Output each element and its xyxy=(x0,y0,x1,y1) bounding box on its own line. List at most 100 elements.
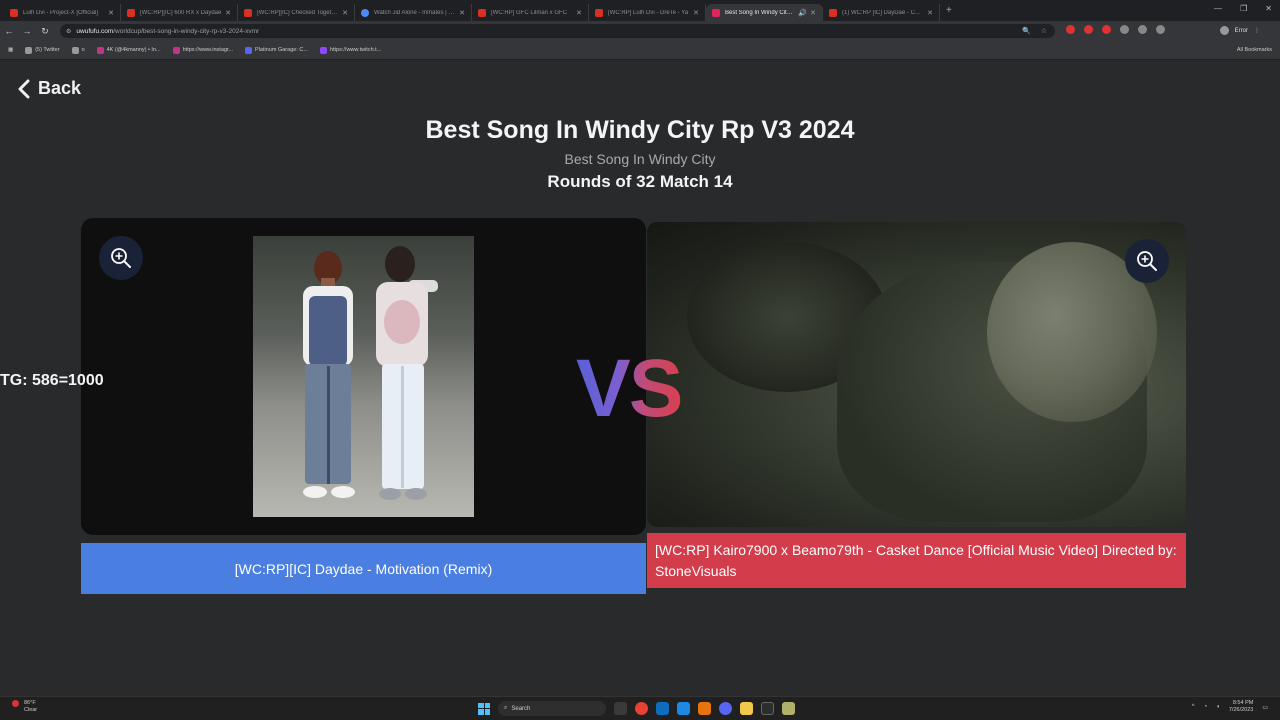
zoom-page-icon[interactable]: 🔍 xyxy=(1022,27,1031,35)
bookmarks-bar: ▦ (5) Twitter o 4K (@4kmanny) • In... ht… xyxy=(0,41,1280,60)
extension-icon[interactable] xyxy=(1066,25,1075,34)
new-tab-button[interactable]: + xyxy=(946,5,952,16)
outlook-icon[interactable] xyxy=(656,702,669,715)
avatar xyxy=(1219,26,1229,35)
windows-start-icon[interactable] xyxy=(478,702,490,715)
star-icon[interactable]: ☆ xyxy=(1041,27,1047,35)
browser-tab[interactable]: [WC:RP][IC] Checked Together ✕ xyxy=(238,4,355,21)
taskbar-search[interactable]: ⌕ Search xyxy=(498,701,606,716)
bookmark-item[interactable]: Platinum Garage: C... xyxy=(245,46,308,54)
url-bar[interactable]: ⚙ uwufufu.com/worldcup/best-song-in-wind… xyxy=(60,24,1055,38)
uwufufu-icon xyxy=(712,8,720,17)
wifi-icon[interactable]: ◔ xyxy=(1204,704,1208,710)
close-icon[interactable]: ✕ xyxy=(342,9,348,17)
address-toolbar: ← → ↻ ⚙ uwufufu.com/worldcup/best-song-i… xyxy=(0,21,1280,41)
speaker-icon: 🔊 xyxy=(798,9,808,17)
extension-icon[interactable] xyxy=(1084,25,1093,34)
bookmark-item[interactable]: 4K (@4kmanny) • In... xyxy=(96,46,161,54)
overlay-text: TG: 586=1000 xyxy=(0,372,104,389)
task-view-icon[interactable] xyxy=(614,702,627,715)
notification-badge-icon xyxy=(12,700,19,707)
close-icon[interactable]: ✕ xyxy=(810,9,816,17)
round-indicator: Rounds of 32 Match 14 xyxy=(547,172,733,191)
bookmark-item[interactable]: https://www.instagr... xyxy=(172,46,233,54)
left-choice-card[interactable] xyxy=(81,218,646,535)
close-icon[interactable]: ✕ xyxy=(225,9,231,17)
clock[interactable]: 8:54 PM 7/26/2023 xyxy=(1229,700,1253,714)
system-tray: ^ ◔ ◖ 8:54 PM 7/26/2023 ▭ xyxy=(1192,700,1268,714)
browser-tab[interactable]: Lulh Dvi - Project-X [Official] ✕ xyxy=(4,4,121,21)
notifications-icon[interactable]: ▭ xyxy=(1262,704,1268,711)
browser-tab[interactable]: [WC:RP] Lulh Dvi - DreTe - Ya ✕ xyxy=(589,4,706,21)
twitch-icon xyxy=(319,46,327,54)
volume-icon[interactable]: ◖ xyxy=(1216,704,1220,710)
window-controls: — ❐ ✕ xyxy=(1214,4,1272,13)
bookmark-icon xyxy=(71,46,79,54)
taskbar: 86°F Clear ⌕ Search ^ ◔ ◖ 8:54 PM 7/26/20… xyxy=(0,696,1280,720)
right-choice-label[interactable]: [WC:RP] Kairo7900 x Beamo79th - Casket D… xyxy=(647,533,1186,588)
taskbar-apps: ⌕ Search xyxy=(478,701,795,716)
close-window-icon[interactable]: ✕ xyxy=(1265,4,1272,13)
zoom-in-button-right[interactable] xyxy=(1125,239,1169,283)
browser-tab[interactable]: (1) WC:RP [IC] DayDae - Comp ✕ xyxy=(823,4,940,21)
person-figure xyxy=(376,246,438,500)
discord-icon[interactable] xyxy=(719,702,732,715)
app-icon[interactable] xyxy=(698,702,711,715)
person-figure xyxy=(303,251,355,498)
extension-icon[interactable] xyxy=(1102,25,1111,34)
youtube-icon xyxy=(244,8,252,17)
browser-tab[interactable]: Watch Jid Alone - Inmates | Sho ✕ xyxy=(355,4,472,21)
extensions-area xyxy=(1066,25,1165,34)
browser-tab-active[interactable]: Best Song In Windy City Rp 🔊 ✕ xyxy=(706,4,823,21)
profile-button[interactable]: Error ⋮ xyxy=(1219,26,1260,35)
vs-label: VS xyxy=(576,343,683,434)
close-icon[interactable]: ✕ xyxy=(576,9,582,17)
extension-icon[interactable] xyxy=(1120,25,1129,34)
chrome-icon[interactable] xyxy=(635,702,648,715)
close-icon[interactable]: ✕ xyxy=(693,9,699,17)
weather-widget[interactable]: 86°F Clear xyxy=(12,700,37,714)
browser-tab[interactable]: [WC:RP][IC] 600 RX x Daydae ✕ xyxy=(121,4,238,21)
terminal-icon[interactable] xyxy=(761,702,774,715)
chevron-left-icon xyxy=(18,79,30,98)
menu-dots-icon[interactable]: ⋮ xyxy=(1254,27,1260,34)
close-icon[interactable]: ✕ xyxy=(108,9,114,17)
bookmark-item[interactable]: o xyxy=(71,46,85,54)
zoom-in-icon xyxy=(111,248,131,268)
left-choice-label[interactable]: [WC:RP][IC] Daydae - Motivation (Remix) xyxy=(81,543,646,594)
maximize-icon[interactable]: ❐ xyxy=(1240,4,1247,13)
notepad-icon[interactable] xyxy=(782,702,795,715)
file-explorer-icon[interactable] xyxy=(740,702,753,715)
zoom-in-icon xyxy=(1137,251,1157,271)
bookmark-item[interactable]: (5) Twitter xyxy=(25,46,60,54)
back-arrow-icon[interactable]: ← xyxy=(0,26,18,36)
browser-tab-strip: Lulh Dvi - Project-X [Official] ✕ [WC:RP]… xyxy=(0,0,1280,21)
browser-tab[interactable]: [WC:RP] GFC Lilman x GFC ✕ xyxy=(472,4,589,21)
youtube-icon xyxy=(829,8,837,17)
back-button[interactable]: Back xyxy=(16,78,81,99)
bookmark-item[interactable]: https://www.twitch.t... xyxy=(319,46,381,54)
left-choice-image xyxy=(253,236,474,517)
forward-arrow-icon[interactable]: → xyxy=(18,26,36,36)
puzzle-icon[interactable] xyxy=(1156,25,1165,34)
edge-icon[interactable] xyxy=(677,702,690,715)
page-title: Best Song In Windy City Rp V3 2024 xyxy=(425,116,855,144)
youtube-icon xyxy=(127,8,135,17)
reload-icon[interactable]: ↻ xyxy=(36,26,54,37)
apps-grid-icon[interactable]: ▦ xyxy=(8,47,13,53)
right-choice-card[interactable] xyxy=(647,222,1186,527)
search-icon: ⌕ xyxy=(504,705,508,711)
instagram-icon xyxy=(96,46,104,54)
close-icon[interactable]: ✕ xyxy=(927,9,933,17)
extension-icon[interactable] xyxy=(1138,25,1147,34)
minimize-icon[interactable]: — xyxy=(1214,4,1222,13)
close-icon[interactable]: ✕ xyxy=(459,9,465,17)
youtube-icon xyxy=(595,8,603,17)
youtube-icon xyxy=(478,8,486,17)
bookmark-icon xyxy=(245,46,253,54)
all-bookmarks[interactable]: All Bookmarks xyxy=(1237,47,1272,53)
youtube-icon xyxy=(10,8,18,17)
site-info-icon[interactable]: ⚙ xyxy=(66,28,71,35)
chevron-up-icon[interactable]: ^ xyxy=(1192,704,1195,710)
zoom-in-button-left[interactable] xyxy=(99,236,143,280)
